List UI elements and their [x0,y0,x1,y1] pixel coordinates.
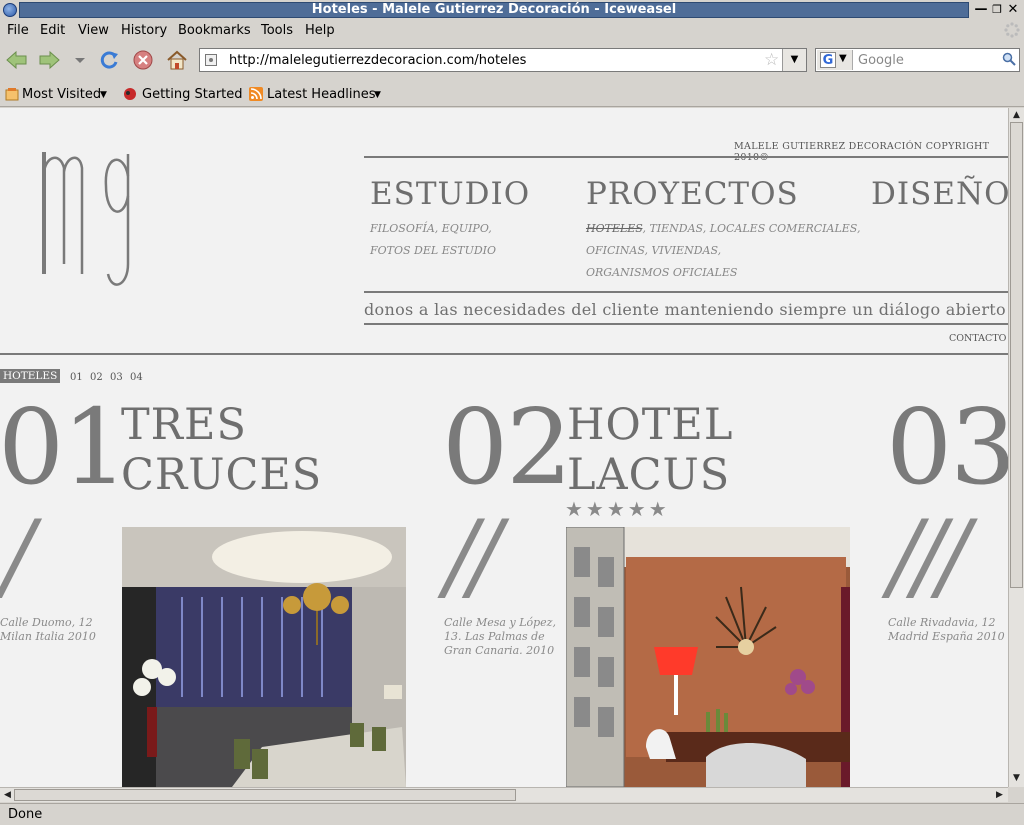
horizontal-scroll-thumb[interactable] [14,789,516,801]
engine-dropdown-icon: ▼ [839,53,847,64]
home-icon[interactable] [165,49,189,71]
horizontal-scrollbar[interactable]: ◀ ▶ [0,787,1008,802]
submenu-filosofia-equipo[interactable]: FILOSOFÍA, EQUIPO, [370,218,496,240]
web-page: MALELE GUTIERREZ DECORACIÓN COPYRIGHT 20… [0,108,1008,787]
menu-edit[interactable]: Edit [40,23,65,38]
menu-tools[interactable]: Tools [261,23,293,38]
vertical-scroll-thumb[interactable] [1010,122,1023,588]
status-text: Done [8,807,43,822]
submenu-organismos[interactable]: ORGANISMOS OFICIALES [586,262,860,284]
stop-icon[interactable] [131,49,155,71]
search-engine-selector[interactable]: G ▼ [817,50,853,70]
restore-icon[interactable]: ❐ [990,2,1004,18]
window-titlebar: Hoteles - Malele Gutierrez Decoración - … [0,0,1024,20]
hotel-number-01: 01 [0,386,128,508]
minimize-icon[interactable]: — [974,2,988,18]
hotel-address-02: Calle Mesa y López, 13. Las Palmas de Gran… [444,616,556,657]
submenu-tiendas-locales[interactable]: , TIENDAS, LOCALES COMERCIALES, [642,222,860,235]
hotel-stars-rating: ★★★★★ [565,497,670,521]
search-input[interactable]: Google [858,53,904,68]
section-tag-hoteles[interactable]: HOTELES [0,369,61,383]
status-bar: Done [0,803,1024,825]
reload-icon[interactable] [97,49,121,71]
copyright-text: MALELE GUTIERREZ DECORACIÓN COPYRIGHT 20… [734,141,990,163]
getting-started-icon [124,88,136,100]
menu-file[interactable]: File [7,23,29,38]
address-bar[interactable]: http://malelegutierrezdecoracion.com/hot… [199,48,807,72]
window-title: Hoteles - Malele Gutierrez Decoración - … [19,2,969,18]
hotel-photo-tres-cruces[interactable] [122,527,406,787]
menubar: File Edit View History Bookmarks Tools H… [0,20,1024,41]
search-icon[interactable] [1002,52,1016,66]
vertical-scrollbar[interactable]: ▲ ▼ [1008,108,1024,787]
page-link-01[interactable]: 01 [70,372,83,383]
slash-decoration-02: // [445,500,502,612]
scroll-down-icon[interactable]: ▼ [1010,772,1023,784]
rss-feed-icon [249,87,263,101]
submenu-oficinas-viviendas[interactable]: OFICINAS, VIVIENDAS, [586,240,860,262]
url-text[interactable]: http://malelegutierrezdecoracion.com/hot… [229,53,526,68]
menu-view[interactable]: View [78,23,109,38]
history-dropdown-icon[interactable] [68,49,92,71]
mg-logo[interactable] [40,146,135,292]
most-visited-icon [5,88,19,101]
menu-proyectos[interactable]: PROYECTOS [586,176,799,212]
bookmarks-toolbar: Most Visited ▼ Getting Started Latest He… [0,81,1024,107]
bookmark-most-visited[interactable]: Most Visited [22,87,101,102]
url-dropdown-icon[interactable]: ▼ [782,49,806,71]
scroll-right-icon[interactable]: ▶ [993,789,1006,801]
hotel-number-02: 02 [442,386,572,508]
menu-diseno[interactable]: DISEÑO [871,176,1008,212]
close-icon[interactable]: ✕ [1006,2,1020,18]
scroll-corner [1008,787,1024,802]
divider-main [0,353,1008,355]
throbber-icon [1004,22,1020,38]
proyectos-submenu: HOTELES, TIENDAS, LOCALES COMERCIALES, O… [586,218,860,284]
submenu-fotos-estudio[interactable]: FOTOS DEL ESTUDIO [370,240,496,262]
most-visited-dropdown-icon[interactable]: ▼ [100,90,107,100]
hotel-name-tres-cruces[interactable]: TRES CRUCES [121,400,322,500]
hotel-address-03: Calle Rivadavia, 12 Madrid España 2010 [888,616,1005,643]
bookmark-getting-started[interactable]: Getting Started [142,87,243,102]
hotel-photo-lacus[interactable] [566,527,850,787]
slash-decoration-03: /// [889,500,970,612]
page-link-02[interactable]: 02 [90,372,103,383]
scroll-up-icon[interactable]: ▲ [1010,109,1023,121]
page-link-03[interactable]: 03 [110,372,123,383]
iceweasel-icon [3,3,17,17]
page-link-04[interactable]: 04 [130,372,143,383]
ticker-text: donos a las necesidades del cliente mant… [364,300,1006,319]
back-icon[interactable] [5,49,29,71]
latest-headlines-dropdown-icon[interactable]: ▼ [374,90,381,100]
submenu-hoteles-active[interactable]: HOTELES [586,222,642,235]
divider-ticker-top [364,291,1008,293]
forward-icon[interactable] [37,49,61,71]
divider-top [364,156,1008,158]
site-favicon-icon [205,54,217,66]
slash-decoration-01: / [2,500,34,612]
bookmark-latest-headlines[interactable]: Latest Headlines [267,87,376,102]
scroll-left-icon[interactable]: ◀ [1,789,14,801]
divider-ticker-bottom [364,323,1008,325]
bookmark-star-icon[interactable]: ☆ [764,50,779,70]
section-tabs: HOTELES 01 02 03 04 [0,369,200,385]
hotel-name-lacus[interactable]: HOTEL LACUS [567,400,733,500]
estudio-submenu: FILOSOFÍA, EQUIPO, FOTOS DEL ESTUDIO [370,218,496,262]
menu-help[interactable]: Help [305,23,335,38]
hotel-number-03: 03 [886,386,1008,508]
menu-estudio[interactable]: ESTUDIO [370,176,530,212]
hotel-address-01: Calle Duomo, 12 Milan Italia 2010 [0,616,96,643]
contacto-link[interactable]: CONTACTO [949,333,1006,344]
menu-bookmarks[interactable]: Bookmarks [178,23,251,38]
search-box[interactable]: G ▼ Google [815,48,1020,72]
google-icon: G [820,52,836,68]
menu-history[interactable]: History [121,23,167,38]
